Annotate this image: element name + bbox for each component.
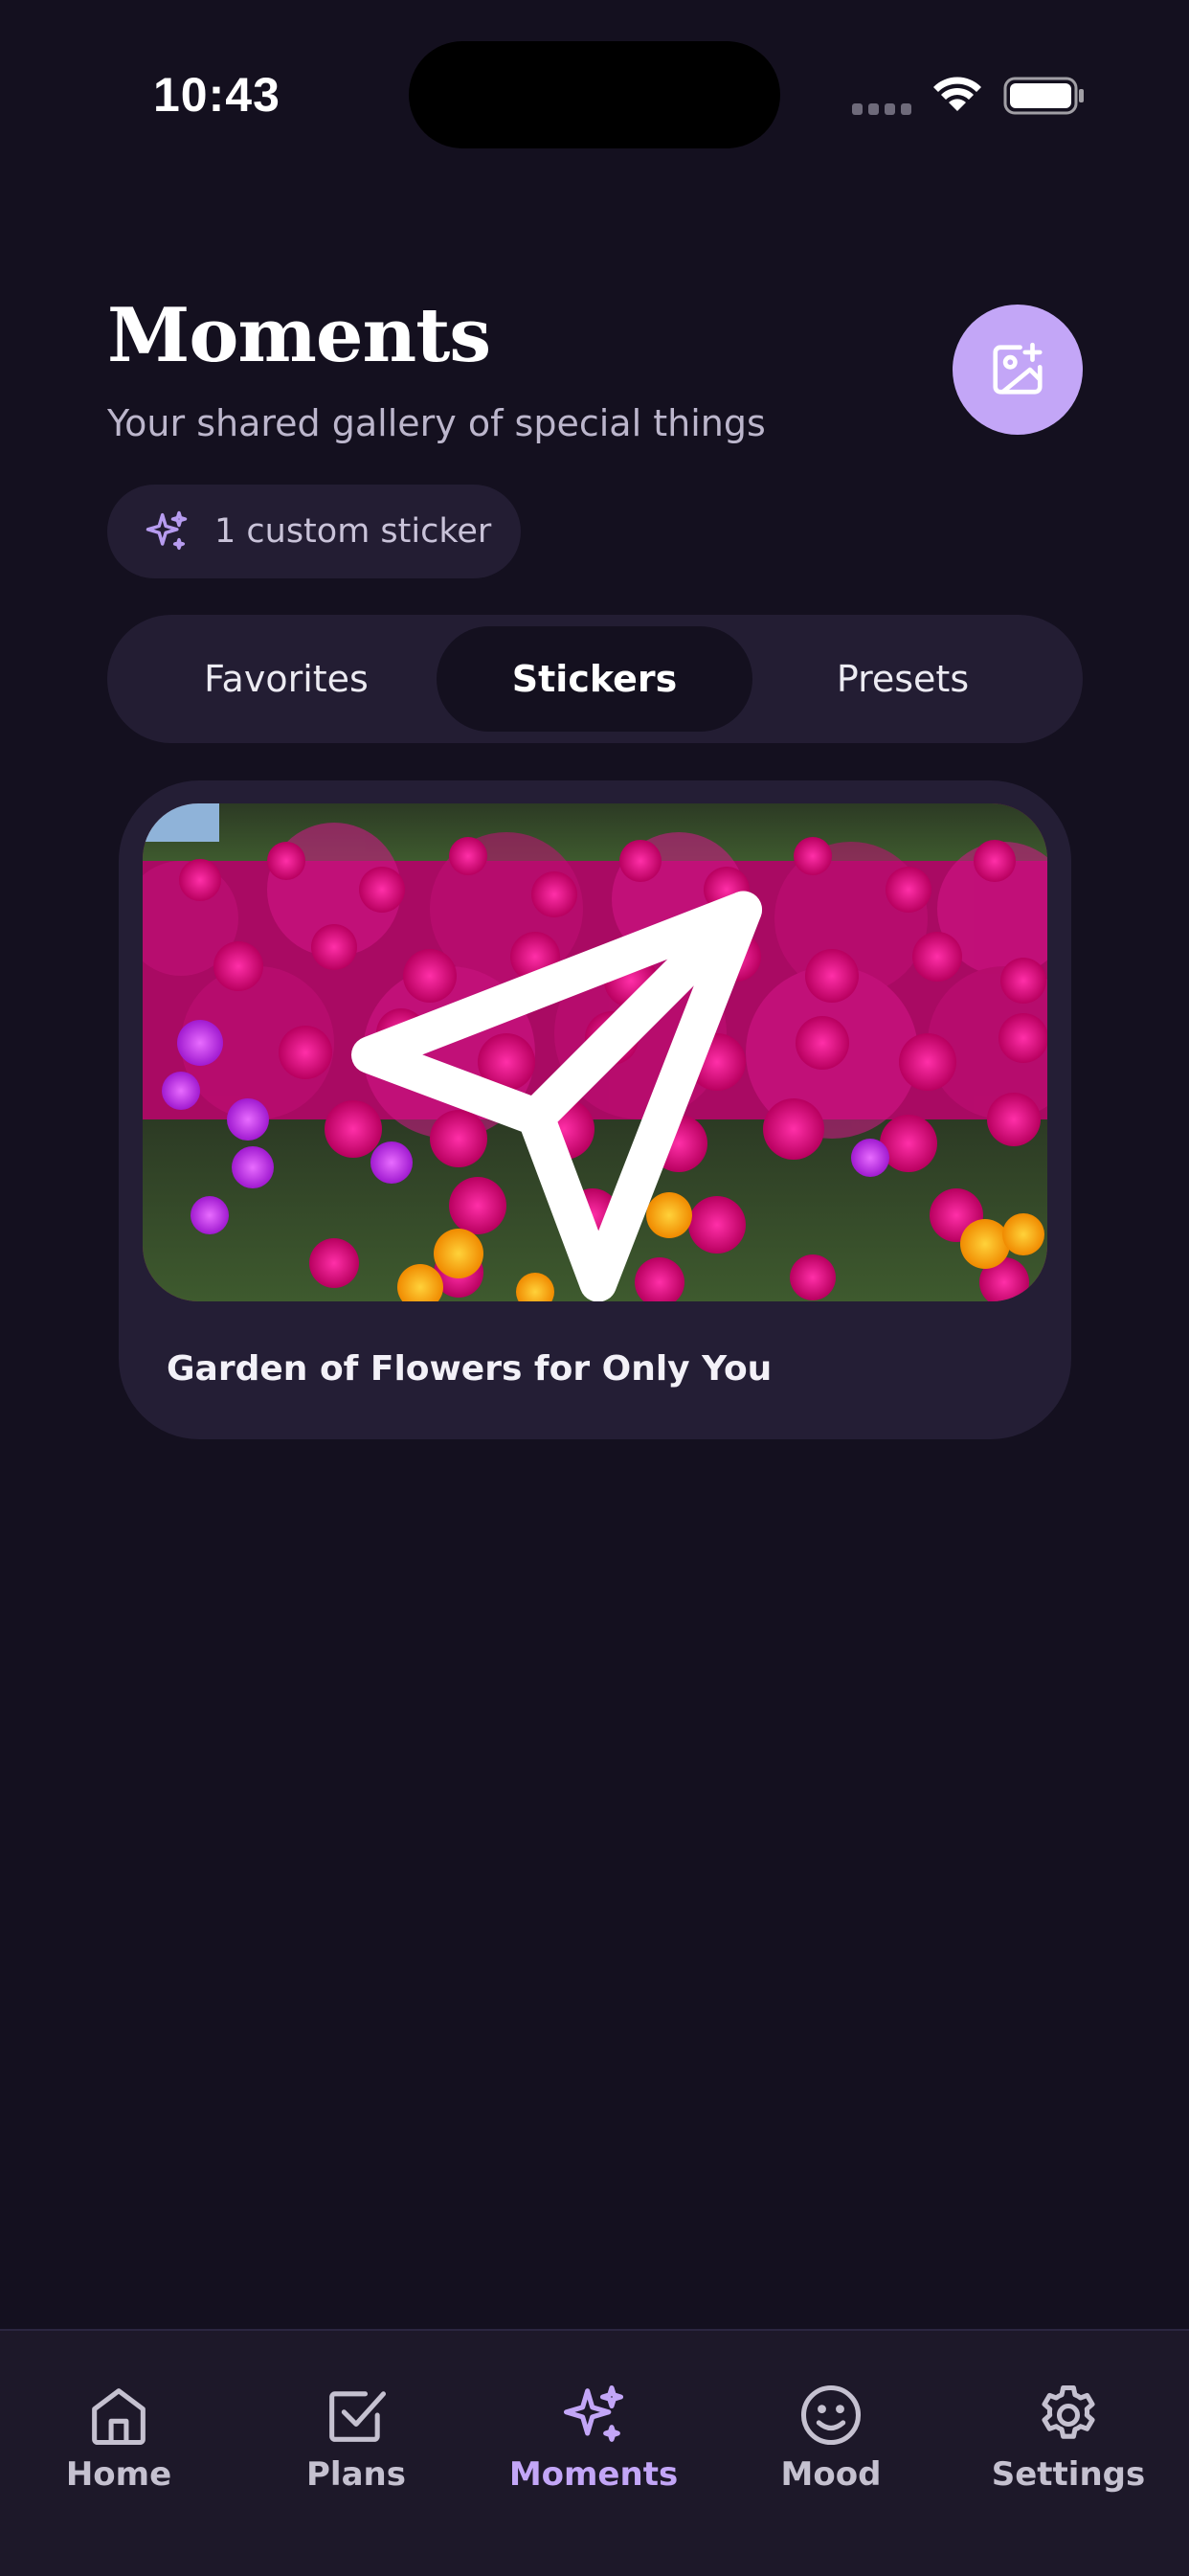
status-bar: 10:43 — [0, 0, 1189, 192]
status-time: 10:43 — [153, 68, 280, 122]
add-photo-icon — [993, 342, 1043, 395]
tab-label: Moments — [508, 2455, 679, 2494]
dynamic-island — [409, 41, 780, 148]
tab-settings[interactable]: Settings — [950, 2379, 1187, 2494]
tab-label: Plans — [306, 2455, 406, 2494]
page-subtitle: Your shared gallery of special things — [107, 402, 766, 444]
battery-icon — [1003, 77, 1084, 115]
card-caption: Garden of Flowers for Only You — [167, 1349, 773, 1389]
segment-presets[interactable]: Presets — [745, 626, 1061, 732]
add-photo-button[interactable] — [953, 305, 1083, 435]
tab-label: Mood — [780, 2455, 882, 2494]
tab-moments[interactable]: Moments — [475, 2379, 712, 2494]
tab-bar: Home Plans Moments Mood Settings — [0, 2329, 1189, 2576]
send-icon[interactable] — [143, 847, 1009, 1301]
tab-plans[interactable]: Plans — [237, 2379, 475, 2494]
wifi-icon — [933, 77, 981, 111]
sparkle-icon — [563, 2384, 624, 2442]
flower-garden-photo[interactable] — [143, 803, 1047, 1301]
custom-sticker-count: 1 custom sticker — [214, 512, 492, 551]
gear-icon — [1042, 2384, 1095, 2439]
segment-stickers[interactable]: Stickers — [437, 626, 752, 732]
tab-mood[interactable]: Mood — [712, 2379, 950, 2494]
segment-favorites[interactable]: Favorites — [128, 626, 444, 732]
checkbox-icon — [329, 2391, 387, 2442]
page-title: Moments — [107, 292, 491, 379]
sparkle-icon — [146, 510, 188, 551]
custom-sticker-chip: 1 custom sticker — [107, 485, 521, 578]
home-icon — [92, 2388, 146, 2446]
tab-home[interactable]: Home — [0, 2379, 237, 2494]
tab-label: Home — [65, 2455, 172, 2494]
category-segmented-control: Favorites Stickers Presets — [107, 615, 1083, 743]
smiley-icon — [800, 2384, 862, 2446]
moment-card[interactable]: Garden of Flowers for Only You — [119, 780, 1071, 1439]
cellular-signal-icon — [852, 103, 911, 115]
tab-label: Settings — [991, 2455, 1146, 2494]
